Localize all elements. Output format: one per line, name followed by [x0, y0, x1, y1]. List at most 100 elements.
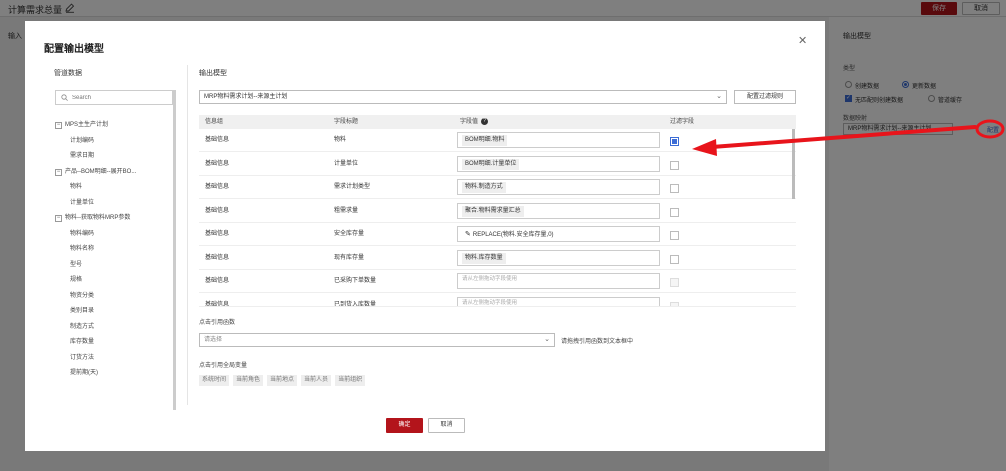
filter-field-checkbox [670, 278, 679, 287]
field-value-tag[interactable]: ✎ REPLACE(物料.安全库存量,0) [462, 229, 557, 240]
table-row: 基础信息 粗需求量 聚合.物料需求量汇总 [199, 199, 796, 223]
cell-group: 基础信息 [205, 184, 230, 190]
tree-leaf[interactable]: 需求日期 [55, 149, 173, 165]
tree-item-label: 规格 [70, 277, 83, 283]
tree-group[interactable]: − 物料--获取物料MRP参数 [55, 211, 173, 227]
cell-group: 基础信息 [205, 278, 230, 284]
configure-output-model-dialog: 配置输出模型 ✕ 管道数据 −MPS主生产计划计划编码需求日期−产品--BOM明… [25, 21, 825, 451]
cell-group: 基础信息 [205, 160, 230, 167]
field-value-input[interactable]: BOM明细.物料 [457, 132, 660, 148]
pipeline-data-tree: − MPS主生产计划 计划编码 需求日期 − 产品--BOM明细--展开BO... 物料 计量… [55, 118, 173, 382]
tree-leaf[interactable]: 库存数量 [55, 335, 173, 351]
field-value-placeholder: 请从左侧拖动字段使用 [462, 299, 518, 306]
cell-field-title: 需求计划类型 [334, 184, 371, 190]
field-value-input[interactable]: 物料.制造方式 [457, 179, 660, 195]
field-value-input[interactable]: BOM明细.计量单位 [457, 155, 660, 172]
tree-item-label: 物料编码 [70, 230, 95, 237]
tree-group[interactable]: − 产品--BOM明细--展开BO... [55, 165, 173, 181]
function-reference-label: 点击引用函数 [199, 320, 236, 326]
output-model-title: 输出模型 [199, 70, 227, 77]
column-header-group: 信息组 [205, 119, 224, 125]
search-input[interactable] [72, 93, 168, 103]
collapse-icon[interactable]: − [55, 122, 62, 129]
cell-field-title: 现有库存量 [334, 254, 365, 261]
filter-field-checkbox[interactable] [670, 231, 679, 240]
filter-field-checkbox[interactable] [670, 137, 679, 146]
tree-item-label: 需求日期 [70, 153, 95, 159]
tree-leaf[interactable]: 提前期(天) [55, 366, 173, 382]
field-value-input[interactable]: 请从左侧拖动字段使用 [457, 296, 660, 306]
global-variable-tag[interactable]: 系统时间 [199, 375, 230, 386]
configure-filter-rules-button[interactable]: 配置过滤规则 [734, 90, 796, 104]
column-header-field-title: 字段标题 [334, 119, 359, 125]
global-variables-list: 系统时间 当前角色 当前地点 当前人员 当前组织 [199, 375, 369, 386]
tree-leaf[interactable]: 物料名称 [55, 242, 173, 258]
global-variables-label: 点击引用全局变量 [199, 363, 248, 369]
function-hint: 请拖拽引用函数到文本框中 [561, 339, 634, 345]
field-value-text: 物料.库存数量 [465, 254, 503, 261]
global-variable-tag[interactable]: 当前人员 [301, 375, 332, 386]
search-box[interactable] [55, 90, 173, 105]
cell-group: 基础信息 [205, 137, 230, 143]
tree-item-label: 提前期(天) [70, 370, 98, 376]
tree-leaf[interactable]: 类别目录 [55, 304, 173, 320]
field-value-input[interactable]: 物料.库存数量 [457, 249, 660, 266]
tree-item-label: 类别目录 [70, 308, 95, 314]
tree-leaf[interactable]: 物料 [55, 180, 173, 196]
tree-group[interactable]: − MPS主生产计划 [55, 118, 173, 134]
collapse-icon[interactable]: − [55, 168, 62, 176]
tree-scrollbar[interactable] [173, 90, 176, 410]
search-icon [61, 94, 68, 103]
field-value-tag[interactable]: 物料.制造方式 [462, 182, 506, 193]
edit-icon: ✎ [465, 231, 471, 238]
field-value-tag[interactable]: 物料.库存数量 [462, 252, 506, 264]
filter-field-checkbox[interactable] [670, 184, 679, 193]
tree-leaf[interactable]: 物料编码 [55, 227, 173, 243]
field-value-header-label: 字段值 [460, 119, 479, 125]
close-icon[interactable]: ✕ [798, 34, 807, 47]
cell-field-title: 已到货入库数量 [334, 301, 377, 307]
global-variable-tag[interactable]: 当前组织 [335, 375, 366, 386]
field-value-input[interactable]: ✎ REPLACE(物料.安全库存量,0) [457, 226, 660, 242]
field-value-tag[interactable]: BOM明细.物料 [462, 135, 508, 146]
pipeline-data-title: 管道数据 [54, 70, 82, 77]
field-value-tag[interactable]: 聚合.物料需求量汇总 [462, 205, 524, 217]
table-row: 基础信息 计量单位 BOM明细.计量单位 [199, 152, 796, 176]
cell-field-title: 安全库存量 [334, 231, 365, 237]
field-value-input[interactable]: 聚合.物料需求量汇总 [457, 202, 660, 219]
tree-leaf[interactable]: 规格 [55, 273, 173, 289]
function-select[interactable]: 请选择 ⌄ [199, 333, 555, 347]
filter-field-checkbox [670, 301, 679, 306]
table-scrollbar[interactable] [792, 129, 795, 199]
dialog-cancel-button[interactable]: 取消 [428, 418, 465, 433]
cell-group: 基础信息 [205, 254, 230, 261]
filter-field-checkbox[interactable] [670, 160, 679, 170]
tree-leaf[interactable]: 订货方法 [55, 351, 173, 367]
confirm-button[interactable]: 确定 [386, 418, 423, 433]
filter-field-checkbox[interactable] [670, 254, 679, 264]
field-value-input[interactable]: 请从左侧拖动字段使用 [457, 273, 660, 289]
tree-item-label: 产品--BOM明细--展开BO... [65, 168, 137, 175]
tree-leaf[interactable]: 计划编码 [55, 134, 173, 150]
field-value-text: REPLACE(物料.安全库存量,0) [472, 232, 554, 238]
tree-leaf[interactable]: 型号 [55, 258, 173, 274]
filter-field-checkbox[interactable] [670, 207, 679, 217]
cell-group: 基础信息 [205, 231, 230, 237]
tree-leaf[interactable]: 物资分类 [55, 289, 173, 305]
global-variable-tag[interactable]: 当前地点 [267, 375, 298, 386]
global-variable-tag[interactable]: 当前角色 [233, 375, 264, 386]
collapse-icon[interactable]: − [55, 215, 62, 222]
chevron-down-icon: ⌄ [716, 93, 722, 100]
cell-field-title: 物料 [334, 137, 347, 143]
help-icon[interactable]: ? [481, 117, 489, 125]
tree-item-label: 制造方式 [70, 323, 95, 330]
tree-leaf[interactable]: 计量单位 [55, 196, 173, 212]
field-mapping-table: 信息组 字段标题 字段值? 过滤字段 基础信息 物料 BOM明细.物料 基础信息 计量单… [199, 115, 796, 307]
field-value-text: 物料.制造方式 [465, 184, 503, 190]
tree-item-label: 订货方法 [70, 354, 95, 361]
output-model-value: MRP物料需求计划--来源主计划 [204, 94, 288, 100]
chevron-down-icon: ⌄ [544, 336, 550, 343]
output-model-select[interactable]: MRP物料需求计划--来源主计划 ⌄ [199, 90, 727, 104]
field-value-tag[interactable]: BOM明细.计量单位 [462, 158, 520, 170]
tree-leaf[interactable]: 制造方式 [55, 320, 173, 336]
